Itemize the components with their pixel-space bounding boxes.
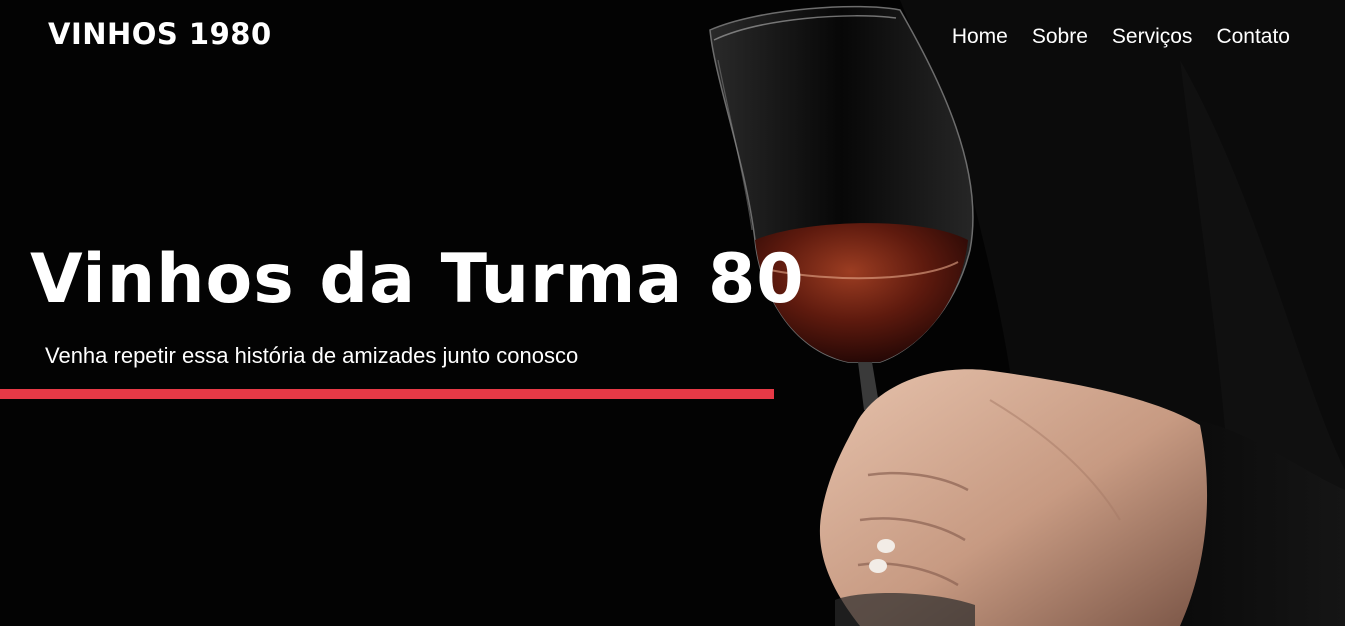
nav-item-sobre: Sobre [1032,22,1088,52]
hero-subtitle: Venha repetir essa história de amizades … [45,343,579,368]
nav-link-contato[interactable]: Contato [1216,25,1290,48]
navbar: VINHOS 1980 Home Sobre Serviços Contato [0,0,1345,74]
nav-item-contato: Contato [1216,22,1290,52]
brand-logo[interactable]: VINHOS 1980 [48,14,272,54]
nav-link-home[interactable]: Home [952,25,1008,48]
nav-links: Home Sobre Serviços Contato [952,22,1290,52]
nav-link-sobre[interactable]: Sobre [1032,25,1088,48]
accent-divider [0,389,774,399]
hero-section: VINHOS 1980 Home Sobre Serviços Contato … [0,0,1345,626]
nav-link-servicos[interactable]: Serviços [1112,25,1193,48]
nav-item-servicos: Serviços [1112,22,1193,52]
nav-item-home: Home [952,22,1008,52]
hero-title: Vinhos da Turma 80 [30,240,805,319]
